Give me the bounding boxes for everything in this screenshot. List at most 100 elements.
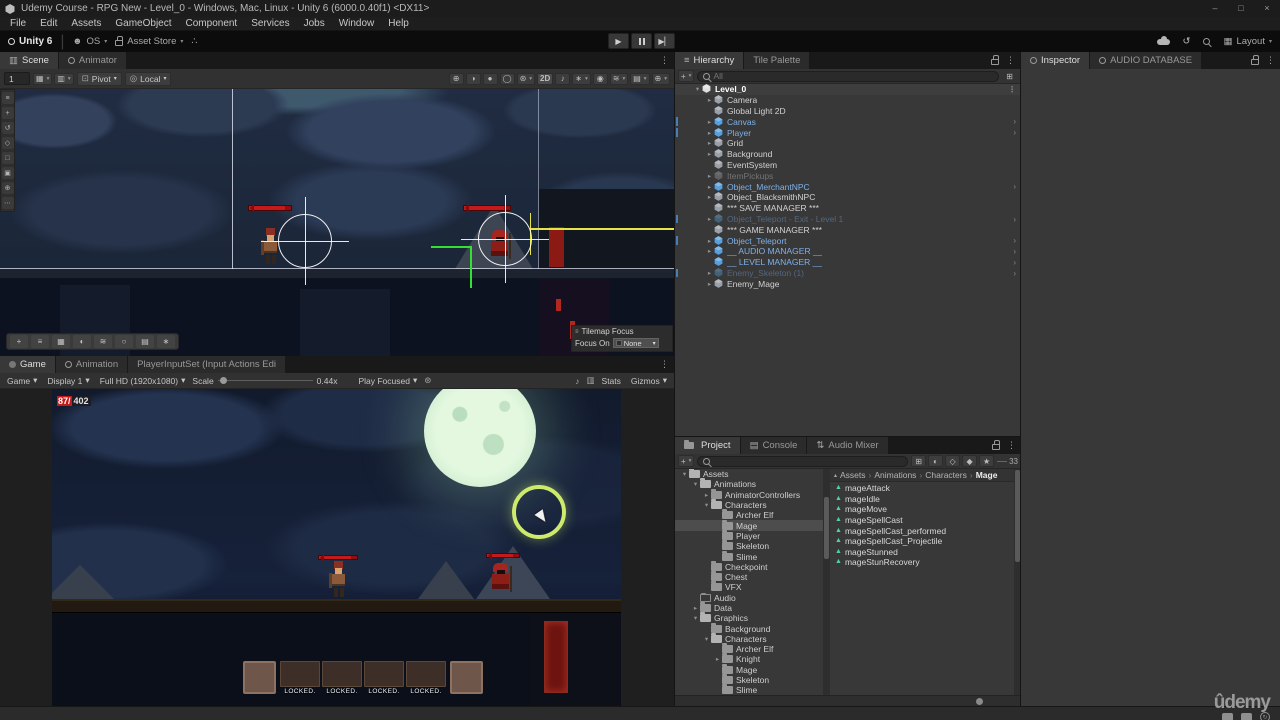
undo-history-icon[interactable]: ↺ bbox=[1183, 36, 1191, 47]
fold-arrow-icon[interactable]: ▸ bbox=[705, 280, 714, 288]
transform-tool-icon[interactable]: ⊕ bbox=[1, 182, 14, 194]
gizmos-toggle-icon[interactable]: ⊕ bbox=[651, 72, 670, 85]
collapse-icon[interactable]: ▴ bbox=[834, 472, 837, 479]
hierarchy-item-enemy-mage[interactable]: ▸ Enemy_Mage bbox=[675, 278, 1020, 289]
play-button[interactable]: ▶ bbox=[608, 33, 629, 49]
grid-snap-icon[interactable]: ▦ bbox=[33, 72, 53, 85]
hierarchy-searchbox[interactable] bbox=[697, 70, 999, 82]
open-new-window-icon[interactable]: ⊞ bbox=[911, 455, 927, 467]
overlay-handle-icon[interactable]: ≡ bbox=[1, 92, 14, 104]
scale-tool-icon[interactable]: □ bbox=[1, 152, 14, 164]
cloud-icon[interactable] bbox=[1156, 35, 1170, 45]
grid-size-field[interactable]: 1 bbox=[4, 72, 30, 85]
rect-tool-icon[interactable]: ▣ bbox=[1, 167, 14, 179]
folder-skeleton[interactable]: Skeleton bbox=[675, 540, 823, 551]
folder-mage[interactable]: Mage bbox=[675, 519, 823, 531]
mode-2d-button[interactable]: 2D bbox=[537, 72, 554, 85]
fold-arrow-icon[interactable]: ▸ bbox=[702, 491, 711, 499]
asset-mageSpellCast_performed[interactable]: ▲ mageSpellCast_performed bbox=[830, 525, 1014, 536]
asset-store-menu[interactable]: Asset Store ▾ bbox=[115, 36, 183, 47]
custom-tool-icon[interactable]: ⋯ bbox=[1, 197, 14, 209]
project-menu-icon[interactable]: ⋮ bbox=[1007, 440, 1016, 451]
asset-mageStunned[interactable]: ▲ mageStunned bbox=[830, 547, 1014, 558]
inspector-menu-icon[interactable]: ⋮ bbox=[1266, 55, 1275, 66]
os-menu[interactable]: ☻ OS ▾ bbox=[73, 36, 108, 47]
package-filter-icon[interactable]: ◐ bbox=[928, 455, 944, 467]
tilemap-icon[interactable]: ▦ bbox=[52, 335, 70, 348]
camera-preview-icon[interactable]: ▤ bbox=[136, 335, 154, 348]
wireframe-icon[interactable]: ◯ bbox=[499, 72, 515, 85]
folder-animatorcontrollers[interactable]: ▸ AnimatorControllers bbox=[675, 488, 823, 500]
orientation-icon[interactable]: ◐ bbox=[73, 335, 91, 348]
camera-settings-icon[interactable]: ▤ bbox=[630, 72, 650, 85]
thumbnail-size-slider[interactable] bbox=[976, 697, 983, 705]
version-control-button[interactable]: ∴ bbox=[191, 36, 197, 47]
asset-mageSpellCast[interactable]: ▲ mageSpellCast bbox=[830, 515, 1014, 526]
create-asset-button[interactable]: + bbox=[678, 455, 695, 467]
menu-gameobject[interactable]: GameObject bbox=[108, 17, 178, 31]
hierarchy-item--audio-manager-[interactable]: ▸ __ AUDIO MANAGER __ › bbox=[675, 246, 1020, 257]
move-overlay-icon[interactable]: + bbox=[10, 335, 28, 348]
effects-icon[interactable]: ∗ bbox=[572, 72, 591, 85]
fold-arrow-icon[interactable]: ▾ bbox=[702, 501, 711, 509]
folder-characters[interactable]: ▾ Characters bbox=[675, 499, 823, 510]
prefab-open-chevron[interactable]: › bbox=[1013, 127, 1016, 138]
fold-arrow-icon[interactable]: ▸ bbox=[705, 139, 714, 147]
scale-slider[interactable] bbox=[217, 377, 313, 384]
close-button[interactable]: × bbox=[1254, 0, 1280, 17]
lock-icon[interactable] bbox=[992, 440, 1000, 450]
game-panel-menu-icon[interactable]: ⋮ bbox=[660, 359, 669, 370]
rotate-tool-icon[interactable]: ◇ bbox=[1, 137, 14, 149]
folder-skeleton[interactable]: Skeleton bbox=[675, 674, 823, 685]
hierarchy-item-camera[interactable]: ▸ Camera bbox=[675, 94, 1020, 106]
hierarchy-item-grid[interactable]: ▸ Grid bbox=[675, 138, 1020, 149]
menu-window[interactable]: Window bbox=[332, 17, 382, 31]
hierarchy-item-player[interactable]: ▸ Player › bbox=[675, 127, 1020, 138]
prefab-open-chevron[interactable]: › bbox=[1013, 235, 1016, 246]
folder-knight[interactable]: ▸ Knight bbox=[675, 653, 823, 664]
folder-archer-elf[interactable]: Archer Elf bbox=[675, 643, 823, 654]
prefab-open-chevron[interactable]: › bbox=[1013, 257, 1016, 268]
scene-viewport[interactable]: ≡ + ↺ ◇ □ ▣ ⊕ ⋯ + ≡ ▦ ◐ ≋ ○ ▤ ∗ ≡ Tilemap Focus Focus … bbox=[0, 89, 674, 356]
prefab-open-chevron[interactable]: › bbox=[1013, 214, 1016, 225]
asset-mageAttack[interactable]: ▲ mageAttack bbox=[830, 483, 1014, 494]
hierarchy-item-itempickups[interactable]: ▸ ItemPickups bbox=[675, 170, 1020, 181]
create-object-button[interactable]: + bbox=[678, 70, 695, 82]
layout-menu[interactable]: ▦ Layout ▾ bbox=[1223, 36, 1272, 47]
fold-arrow-icon[interactable]: ▾ bbox=[702, 635, 711, 643]
maximize-button[interactable]: □ bbox=[1228, 0, 1254, 17]
move-tool-icon[interactable]: ↺ bbox=[1, 122, 14, 134]
pivot-toggle-button[interactable]: ⊡ Pivot ▾ bbox=[76, 71, 122, 86]
menu-jobs[interactable]: Jobs bbox=[297, 17, 332, 31]
scene-picker-icon[interactable]: ⊞ bbox=[1002, 70, 1017, 82]
folder-player[interactable]: Player bbox=[675, 529, 823, 541]
lock-icon[interactable] bbox=[1251, 55, 1259, 65]
fold-arrow-icon[interactable]: ▸ bbox=[705, 269, 714, 277]
display-dropdown[interactable]: Display 1 ▾ bbox=[44, 374, 92, 387]
menu-component[interactable]: Component bbox=[179, 17, 245, 31]
folder-chest[interactable]: Chest bbox=[675, 571, 823, 582]
gizmos-dropdown[interactable]: Gizmos ▾ bbox=[628, 374, 670, 387]
menu-services[interactable]: Services bbox=[244, 17, 296, 31]
fold-arrow-icon[interactable]: ▸ bbox=[705, 247, 714, 255]
tab-player-input-set[interactable]: PlayerInputSet (Input Actions Edi bbox=[128, 356, 287, 373]
layers-icon[interactable]: ≋ bbox=[94, 335, 112, 348]
snap-increment-icon[interactable]: ▥ bbox=[54, 72, 74, 85]
debug-icon[interactable]: ⊛ bbox=[424, 375, 431, 386]
fold-arrow-icon[interactable]: ▸ bbox=[705, 129, 714, 137]
fold-arrow-icon[interactable]: ▸ bbox=[705, 172, 714, 180]
hierarchy-item-canvas[interactable]: ▸ Canvas › bbox=[675, 116, 1020, 127]
breadcrumb-characters[interactable]: Characters bbox=[925, 470, 967, 480]
drag-handle-icon[interactable]: ≡ bbox=[575, 329, 579, 335]
folder-slime[interactable]: Slime bbox=[675, 684, 823, 695]
fold-arrow-icon[interactable]: ▸ bbox=[705, 150, 714, 158]
hierarchy-item-object-teleport-exit-level-1[interactable]: ▸ Object_Teleport - Exit - Level 1 › bbox=[675, 213, 1020, 225]
menu-edit[interactable]: Edit bbox=[33, 17, 64, 31]
prefab-open-chevron[interactable]: › bbox=[1013, 116, 1016, 127]
tab-animator[interactable]: Animator bbox=[58, 52, 127, 69]
folder-background[interactable]: Background bbox=[675, 622, 823, 634]
project-search-input[interactable] bbox=[713, 456, 903, 466]
fold-arrow-icon[interactable]: ▸ bbox=[705, 96, 714, 104]
scene-panel-menu-icon[interactable]: ⋮ bbox=[660, 55, 669, 66]
fold-arrow-icon[interactable]: ▸ bbox=[705, 118, 714, 126]
